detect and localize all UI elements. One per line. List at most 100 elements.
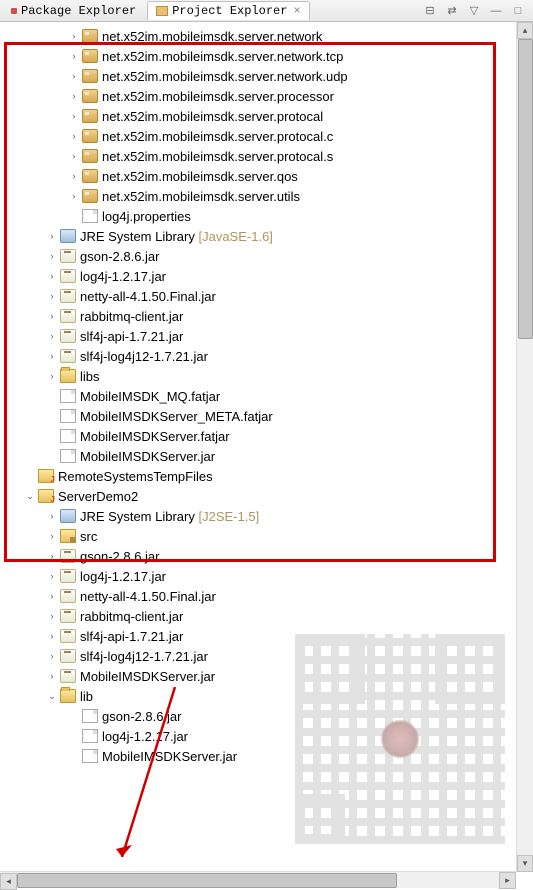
minimize-icon[interactable]: — — [489, 4, 503, 18]
tree-item-label: rabbitmq-client.jar — [80, 309, 183, 324]
tree-item[interactable]: ›gson-2.8.6.jar — [2, 546, 533, 566]
tree-item[interactable]: ›JRE System Library [J2SE-1.5] — [2, 506, 533, 526]
tree-item[interactable]: ›net.x52im.mobileimsdk.server.protocal — [2, 106, 533, 126]
collapse-all-icon[interactable]: ⊟ — [423, 4, 437, 18]
expander-closed-icon[interactable]: › — [46, 270, 58, 282]
tree-item[interactable]: MobileIMSDKServer.jar — [2, 446, 533, 466]
tree-item[interactable]: ›net.x52im.mobileimsdk.server.utils — [2, 186, 533, 206]
tree-item[interactable]: ⌄ServerDemo2 — [2, 486, 533, 506]
folder-icon — [156, 6, 168, 16]
proj-icon — [38, 489, 54, 503]
tree-item-label: log4j.properties — [102, 209, 191, 224]
pkg-icon — [82, 69, 98, 83]
tree-item[interactable]: ›net.x52im.mobileimsdk.server.network.tc… — [2, 46, 533, 66]
tree-item[interactable]: ›slf4j-api-1.7.21.jar — [2, 326, 533, 346]
expander-closed-icon[interactable]: › — [46, 550, 58, 562]
expander-closed-icon[interactable]: › — [68, 90, 80, 102]
tree-item[interactable]: MobileIMSDKServer.jar — [2, 746, 533, 766]
expander-closed-icon[interactable]: › — [46, 350, 58, 362]
link-editor-icon[interactable]: ⇄ — [445, 4, 459, 18]
scroll-up-icon[interactable]: ▴ — [517, 22, 533, 39]
tree-item[interactable]: ›net.x52im.mobileimsdk.server.protocal.s — [2, 146, 533, 166]
expander-open-icon[interactable]: ⌄ — [24, 490, 36, 502]
tab-project-explorer[interactable]: Project Explorer × — [147, 1, 309, 20]
tree-item[interactable]: ›slf4j-log4j12-1.7.21.jar — [2, 346, 533, 366]
expander-closed-icon[interactable]: › — [68, 70, 80, 82]
pkg-icon — [82, 189, 98, 203]
tree-item[interactable]: ›log4j-1.2.17.jar — [2, 566, 533, 586]
expander-closed-icon[interactable]: › — [68, 30, 80, 42]
tree-item[interactable]: RemoteSystemsTempFiles — [2, 466, 533, 486]
tree-item[interactable]: ›log4j-1.2.17.jar — [2, 266, 533, 286]
expander-closed-icon[interactable]: › — [46, 250, 58, 262]
tree-item[interactable]: ›src — [2, 526, 533, 546]
tab-label: Project Explorer — [172, 4, 287, 18]
tree-item[interactable]: log4j-1.2.17.jar — [2, 726, 533, 746]
lib-icon — [60, 509, 76, 523]
tree-item[interactable]: ›JRE System Library [JavaSE-1.6] — [2, 226, 533, 246]
expander-closed-icon[interactable]: › — [68, 50, 80, 62]
tree-item[interactable]: › rabbitmq-client.jar — [2, 306, 533, 326]
expander-closed-icon[interactable]: › — [46, 590, 58, 602]
expander-closed-icon[interactable]: › — [46, 290, 58, 302]
tab-package-explorer[interactable]: Package Explorer — [2, 1, 145, 20]
expander-open-icon[interactable]: ⌄ — [46, 690, 58, 702]
expander-closed-icon[interactable]: › — [46, 670, 58, 682]
pkg-icon — [82, 169, 98, 183]
tree-item[interactable]: ›rabbitmq-client.jar — [2, 606, 533, 626]
src-icon — [60, 529, 76, 543]
pkg-icon — [82, 29, 98, 43]
expander-closed-icon[interactable]: › — [46, 510, 58, 522]
expander-closed-icon[interactable]: › — [68, 150, 80, 162]
tree-item[interactable]: ›net.x52im.mobileimsdk.server.qos — [2, 166, 533, 186]
view-menu-icon[interactable]: ▽ — [467, 4, 481, 18]
expander-closed-icon[interactable]: › — [46, 650, 58, 662]
jar-icon — [60, 549, 76, 563]
tree-item[interactable]: › net.x52im.mobileimsdk.server.network.ud… — [2, 66, 533, 86]
tree-item[interactable]: MobileIMSDKServer.fatjar — [2, 426, 533, 446]
tree-item[interactable]: ›net.x52im.mobileimsdk.server.network — [2, 26, 533, 46]
tree-item-label: net.x52im.mobileimsdk.server.processor — [102, 89, 334, 104]
jar-icon — [60, 669, 76, 683]
tree-item[interactable]: ⌄lib — [2, 686, 533, 706]
tab-bar: Package Explorer Project Explorer × ⊟ ⇄ … — [0, 0, 533, 22]
tree-item[interactable]: log4j.properties — [2, 206, 533, 226]
expander-closed-icon[interactable]: › — [46, 370, 58, 382]
tree-item[interactable]: MobileIMSDKServer_META.fatjar — [2, 406, 533, 426]
scroll-thumb[interactable] — [518, 39, 533, 339]
scroll-left-icon[interactable]: ◂ — [0, 873, 17, 890]
scroll-thumb[interactable] — [17, 873, 397, 888]
maximize-icon[interactable]: □ — [511, 4, 525, 18]
expander-closed-icon[interactable]: › — [68, 130, 80, 142]
expander-closed-icon[interactable]: › — [46, 230, 58, 242]
close-icon[interactable]: × — [293, 4, 300, 18]
tree-item[interactable]: ›net.x52im.mobileimsdk.server.protocal.c — [2, 126, 533, 146]
jar-icon — [60, 309, 76, 323]
tree-item[interactable]: › net.x52im.mobileimsdk.server.processor — [2, 86, 533, 106]
scroll-right-icon[interactable]: ▸ — [499, 872, 516, 889]
tree-item[interactable]: ›libs — [2, 366, 533, 386]
tree-item[interactable]: ›netty-all-4.1.50.Final.jar — [2, 286, 533, 306]
tree-item[interactable]: ›slf4j-log4j12-1.7.21.jar — [2, 646, 533, 666]
project-tree[interactable]: ›net.x52im.mobileimsdk.server.network›ne… — [0, 22, 533, 872]
jar-icon — [60, 609, 76, 623]
vertical-scrollbar[interactable]: ▴ ▾ — [516, 22, 533, 872]
expander-closed-icon[interactable]: › — [68, 110, 80, 122]
expander-closed-icon[interactable]: › — [68, 190, 80, 202]
expander-closed-icon[interactable]: › — [46, 530, 58, 542]
horizontal-scrollbar[interactable]: ◂ ▸ — [0, 871, 516, 888]
tree-item[interactable]: ›MobileIMSDKServer.jar — [2, 666, 533, 686]
expander-closed-icon[interactable]: › — [46, 310, 58, 322]
expander-closed-icon[interactable]: › — [46, 330, 58, 342]
expander-closed-icon[interactable]: › — [46, 610, 58, 622]
tree-item[interactable]: ›netty-all-4.1.50.Final.jar — [2, 586, 533, 606]
tree-item[interactable]: ›gson-2.8.6.jar — [2, 246, 533, 266]
scroll-down-icon[interactable]: ▾ — [517, 855, 533, 872]
tree-item[interactable]: ›slf4j-api-1.7.21.jar — [2, 626, 533, 646]
expander-closed-icon[interactable]: › — [68, 170, 80, 182]
expander-closed-icon[interactable]: › — [46, 570, 58, 582]
tree-item-label: net.x52im.mobileimsdk.server.network.udp — [102, 69, 348, 84]
expander-closed-icon[interactable]: › — [46, 630, 58, 642]
tree-item[interactable]: gson-2.8.6.jar — [2, 706, 533, 726]
tree-item[interactable]: MobileIMSDK_MQ.fatjar — [2, 386, 533, 406]
